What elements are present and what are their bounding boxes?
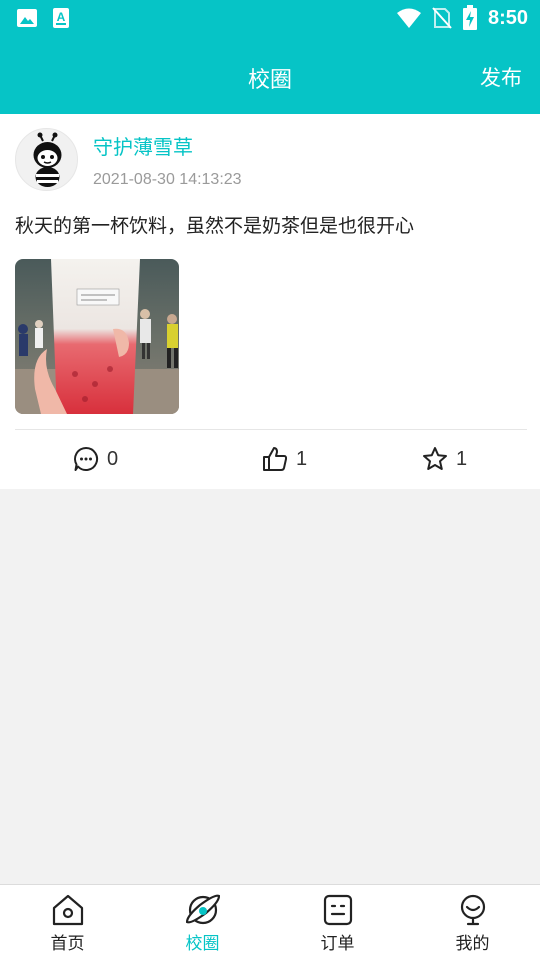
drink-photo-image bbox=[15, 259, 179, 414]
like-button[interactable]: 1 bbox=[262, 446, 307, 472]
tab-profile[interactable]: 我的 bbox=[405, 885, 540, 960]
wifi-icon bbox=[396, 8, 421, 28]
thumbs-up-icon bbox=[263, 447, 288, 471]
status-time: 8:50 bbox=[487, 6, 528, 29]
planet-icon bbox=[185, 894, 220, 925]
post-card[interactable]: 守护薄雪草 2021-08-30 14:13:23 秋天的第一杯饮料，虽然不是奶… bbox=[0, 114, 540, 489]
comment-icon bbox=[74, 446, 99, 471]
text-a-icon: A bbox=[53, 8, 69, 28]
tab-campus-label: 校圈 bbox=[185, 934, 220, 954]
bottom-tab-bar: 首页 校圈 订单 我的 bbox=[0, 884, 540, 960]
tab-orders-label: 订单 bbox=[320, 934, 355, 954]
tab-home[interactable]: 首页 bbox=[0, 885, 135, 960]
post-timestamp: 2021-08-30 14:13:23 bbox=[93, 171, 242, 188]
home-icon bbox=[52, 894, 83, 926]
image-icon bbox=[17, 9, 37, 27]
bee-avatar-icon bbox=[33, 132, 62, 187]
tab-orders[interactable]: 订单 bbox=[270, 885, 405, 960]
comment-count: 0 bbox=[107, 447, 119, 470]
tab-profile-label: 我的 bbox=[455, 934, 490, 954]
post-content: 秋天的第一杯饮料，虽然不是奶茶但是也很开心 bbox=[15, 215, 415, 237]
order-icon bbox=[323, 894, 352, 926]
status-bar: A 8:50 bbox=[0, 0, 540, 36]
publish-button[interactable]: 发布 bbox=[480, 62, 522, 92]
divider bbox=[15, 429, 527, 430]
star-icon bbox=[423, 447, 447, 470]
post-photo[interactable] bbox=[15, 259, 179, 414]
tab-home-label: 首页 bbox=[50, 934, 85, 954]
app-bar: 校圈 发布 bbox=[0, 36, 540, 114]
svg-text:A: A bbox=[57, 10, 66, 24]
profile-icon bbox=[460, 894, 485, 926]
like-count: 1 bbox=[296, 447, 308, 470]
comment-button[interactable]: 0 bbox=[73, 446, 118, 472]
favorite-button[interactable]: 1 bbox=[422, 446, 467, 472]
post-username[interactable]: 守护薄雪草 bbox=[93, 131, 193, 160]
battery-charging-icon bbox=[462, 5, 477, 30]
favorite-count: 1 bbox=[456, 447, 468, 470]
page-title: 校圈 bbox=[247, 68, 292, 93]
no-sim-icon bbox=[432, 7, 452, 29]
tab-campus[interactable]: 校圈 bbox=[135, 885, 270, 960]
avatar[interactable] bbox=[15, 128, 78, 191]
